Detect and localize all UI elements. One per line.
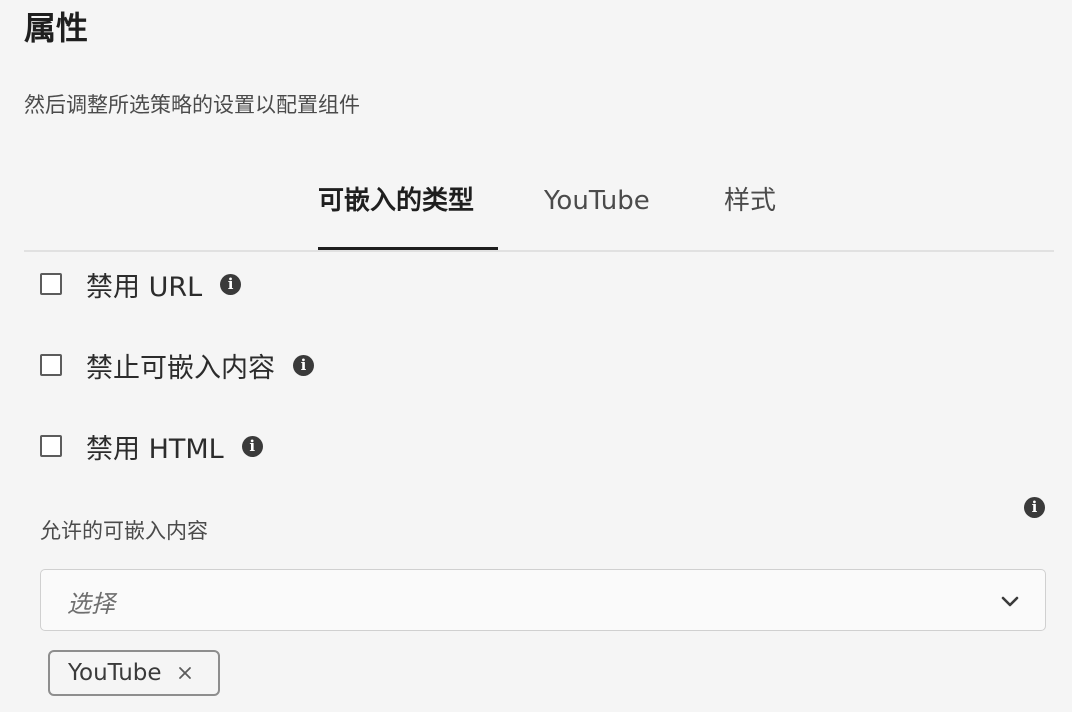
info-icon[interactable]: i [241,435,263,457]
section-description: 然后调整所选策略的设置以配置组件 [24,93,360,117]
tab-bar: 可嵌入的类型 YouTube 样式 [24,172,1054,252]
disable-embeddables-label: 禁止可嵌入内容 [86,352,275,384]
tab-youtube[interactable]: YouTube [544,172,650,232]
info-icon[interactable]: i [1024,497,1045,518]
section-title: 属性 [24,9,89,47]
checkbox-row-disable-embeddables: 禁止可嵌入内容 i [40,345,314,385]
tab-styles[interactable]: 样式 [724,172,776,232]
disable-embeddables-checkbox[interactable] [40,354,62,376]
select-placeholder: 选择 [67,590,115,618]
allowed-embeddables-label: 允许的可嵌入内容 [40,519,208,543]
info-icon[interactable]: i [293,354,314,376]
tab-embeddable-types[interactable]: 可嵌入的类型 [318,172,474,232]
checkbox-row-disable-url: 禁用 URL i [40,264,242,304]
info-icon[interactable]: i [220,273,242,295]
selected-tag-youtube: YouTube [48,650,220,696]
disable-html-checkbox[interactable] [40,435,62,457]
disable-url-label: 禁用 URL [86,271,203,303]
tag-label: YouTube [68,660,162,686]
close-icon[interactable] [176,664,194,682]
active-tab-indicator [318,247,498,250]
checkbox-row-disable-html: 禁用 HTML i [40,426,263,466]
disable-url-checkbox[interactable] [40,273,62,295]
chevron-down-icon [1001,596,1019,607]
allowed-embeddables-select[interactable]: 选择 [40,569,1046,631]
properties-panel: 属性 然后调整所选策略的设置以配置组件 可嵌入的类型 YouTube 样式 禁用… [0,0,1072,712]
disable-html-label: 禁用 HTML [86,433,224,465]
